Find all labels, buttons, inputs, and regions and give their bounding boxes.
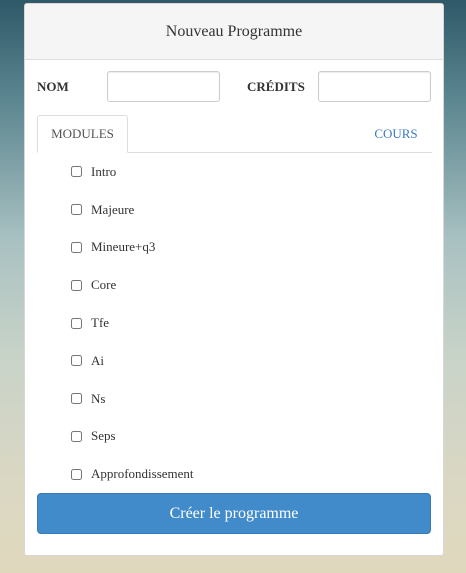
module-label: Tfe <box>91 315 110 331</box>
module-label: Approfondissement <box>91 466 194 482</box>
module-item: Ai <box>69 342 409 380</box>
create-program-button[interactable]: Créer le programme <box>37 493 431 534</box>
module-item: Core <box>69 266 409 304</box>
module-checkbox[interactable] <box>71 241 82 253</box>
module-checkbox[interactable] <box>71 317 82 329</box>
module-checkbox[interactable] <box>71 166 82 178</box>
nom-input[interactable] <box>107 71 220 102</box>
module-checkbox[interactable] <box>71 468 82 480</box>
module-item: Tfe <box>69 304 409 342</box>
nom-label: NOM <box>37 79 69 94</box>
module-label: Ns <box>91 390 106 406</box>
module-label: Ai <box>91 352 104 368</box>
tab-cours[interactable]: COURS <box>360 115 432 153</box>
modules-list: Intro Majeure Mineure+q3 Core Tfe Ai Ns Seps App… <box>69 153 409 493</box>
module-label: Core <box>91 277 117 293</box>
credits-label: CRÉDITS <box>247 79 305 94</box>
module-item: Intro <box>69 153 409 191</box>
module-label: Mineure+q3 <box>91 239 156 255</box>
module-item: Mineure+q3 <box>69 229 409 267</box>
panel-title: Nouveau Programme <box>165 22 303 40</box>
credits-input[interactable] <box>318 71 431 102</box>
new-program-panel: Nouveau Programme NOM CRÉDITS MODULES CO… <box>24 3 444 556</box>
module-label: Seps <box>91 428 116 444</box>
module-label: Intro <box>91 163 117 179</box>
module-checkbox[interactable] <box>71 355 82 367</box>
panel-header: Nouveau Programme <box>25 4 443 60</box>
tab-modules[interactable]: MODULES <box>37 115 128 153</box>
module-item: Approfondissement <box>69 455 409 493</box>
tab-bar: MODULES COURS <box>37 115 432 153</box>
module-checkbox[interactable] <box>71 393 82 405</box>
module-checkbox[interactable] <box>71 430 82 442</box>
module-item: Majeure <box>69 191 409 229</box>
module-checkbox[interactable] <box>71 279 82 291</box>
module-label: Majeure <box>91 201 135 217</box>
module-checkbox[interactable] <box>71 204 82 216</box>
module-item: Ns <box>69 380 409 418</box>
module-item: Seps <box>69 418 409 456</box>
